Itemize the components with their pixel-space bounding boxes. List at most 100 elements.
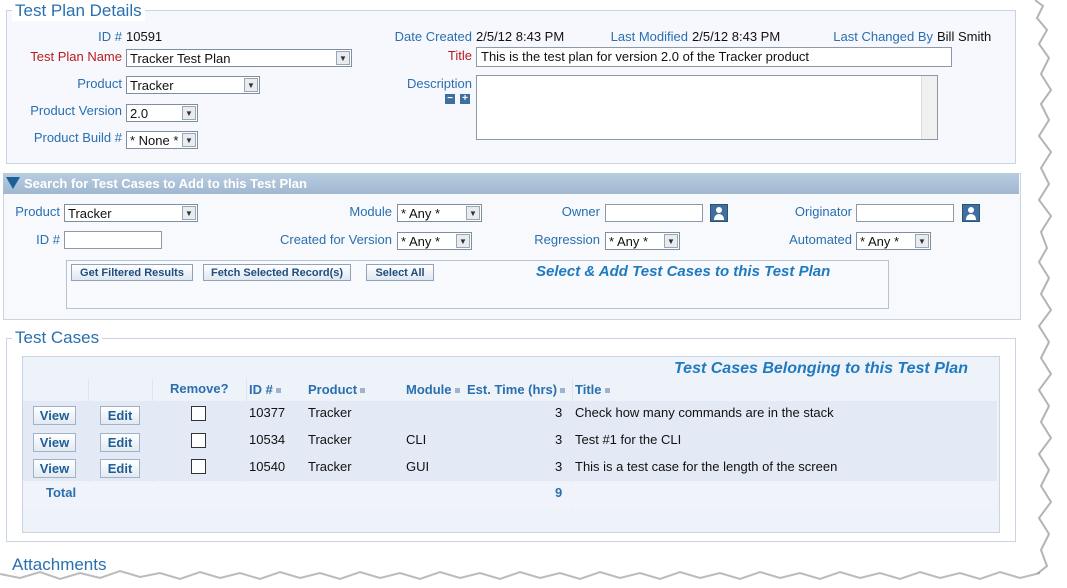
- cell-title: This is a test case for the length of th…: [575, 459, 838, 474]
- owner-label: Owner: [561, 204, 600, 219]
- get-filtered-results-button[interactable]: Get Filtered Results: [71, 264, 193, 281]
- automated-label: Automated: [789, 232, 852, 247]
- date-created-label: Date Created: [394, 29, 472, 44]
- sort-icon: [360, 388, 366, 394]
- module-value: * Any *: [401, 206, 441, 221]
- view-button[interactable]: View: [33, 433, 76, 452]
- select-all-button[interactable]: Select All: [366, 264, 434, 281]
- search-product-select[interactable]: Tracker ▼: [64, 204, 198, 222]
- edit-button[interactable]: Edit: [100, 433, 140, 452]
- automated-select[interactable]: * Any * ▼: [856, 232, 931, 250]
- chevron-down-icon: ▼: [244, 78, 258, 92]
- product-version-value: 2.0: [130, 106, 149, 121]
- created-for-version-value: * Any *: [401, 234, 441, 249]
- last-modified-value: 2/5/12 8:43 PM: [692, 29, 781, 44]
- remove-checkbox[interactable]: [191, 406, 206, 421]
- description-label: Description: [406, 76, 472, 91]
- table-total-bg: [23, 482, 997, 508]
- chevron-down-icon: ▼: [664, 234, 678, 248]
- product-version-label: Product Version: [30, 103, 122, 118]
- chevron-down-icon: ▼: [466, 206, 480, 220]
- cell-title: Test #1 for the CLI: [575, 432, 682, 447]
- originator-user-picker-icon[interactable]: [962, 204, 980, 222]
- sort-icon: [454, 388, 460, 394]
- plus-icon[interactable]: +: [460, 94, 470, 104]
- cell-product: Tracker: [308, 459, 352, 474]
- last-modified-label: Last Modified: [610, 29, 688, 44]
- column-header-title[interactable]: Title: [575, 382, 610, 397]
- chevron-down-icon: ▼: [182, 206, 196, 220]
- regression-label: Regression: [534, 232, 600, 247]
- remove-checkbox[interactable]: [191, 459, 206, 474]
- id-label: ID #: [98, 29, 122, 44]
- search-header-title: Search for Test Cases to Add to this Tes…: [24, 176, 307, 191]
- cell-module: GUI: [406, 459, 430, 474]
- cell-est-time: 3: [555, 405, 563, 420]
- product-build-select[interactable]: * None * ▼: [126, 131, 198, 149]
- chevron-down-icon: ▼: [182, 133, 196, 147]
- test-plan-name-select[interactable]: Tracker Test Plan ▼: [126, 49, 352, 67]
- regression-select[interactable]: * Any * ▼: [605, 232, 680, 250]
- chevron-down-icon: ▼: [456, 234, 470, 248]
- test-plan-name-value: Tracker Test Plan: [130, 51, 231, 66]
- product-select[interactable]: Tracker ▼: [126, 76, 260, 94]
- fetch-selected-records-button[interactable]: Fetch Selected Record(s): [203, 264, 351, 281]
- title-input[interactable]: This is the test plan for version 2.0 of…: [476, 47, 952, 67]
- description-textarea[interactable]: [476, 75, 938, 140]
- column-header-est-time[interactable]: Est. Time (hrs): [467, 382, 566, 397]
- total-label: Total: [46, 485, 77, 500]
- details-section-title: Test Plan Details: [12, 1, 145, 21]
- remove-checkbox[interactable]: [191, 433, 206, 448]
- created-for-version-select[interactable]: * Any * ▼: [397, 232, 472, 250]
- view-button[interactable]: View: [33, 406, 76, 425]
- search-header-bar[interactable]: Search for Test Cases to Add to this Tes…: [3, 173, 1019, 194]
- sort-icon: [604, 388, 610, 394]
- cell-id: 10540: [249, 459, 286, 474]
- search-banner: Select & Add Test Cases to this Test Pla…: [536, 263, 831, 280]
- chevron-down-icon: ▼: [915, 234, 929, 248]
- regression-value: * Any *: [609, 234, 649, 249]
- title-label: Title: [447, 48, 472, 63]
- column-header-remove: Remove?: [170, 381, 229, 396]
- cell-est-time: 3: [555, 459, 563, 474]
- last-changed-by-label: Last Changed By: [833, 29, 933, 44]
- owner-input[interactable]: [605, 204, 703, 222]
- search-id-label: ID #: [36, 232, 60, 247]
- date-created-value: 2/5/12 8:43 PM: [476, 29, 565, 44]
- column-header-id-label: ID #: [249, 382, 273, 397]
- column-header-title-label: Title: [575, 382, 602, 397]
- collapse-triangle-icon: [6, 177, 20, 189]
- created-for-version-label: Created for Version: [279, 232, 392, 247]
- page-paper: Test Plan Details ID # 10591 Date Create…: [0, 0, 1040, 572]
- column-header-product-label: Product: [308, 382, 358, 397]
- product-version-select[interactable]: 2.0 ▼: [126, 104, 198, 122]
- edit-button[interactable]: Edit: [100, 406, 140, 425]
- module-label: Module: [349, 204, 392, 219]
- search-product-label: Product: [15, 204, 60, 219]
- cell-title: Check how many commands are in the stack: [575, 405, 834, 420]
- column-header-est-time-label: Est. Time (hrs): [467, 382, 558, 397]
- column-header-module[interactable]: Module: [406, 382, 460, 397]
- chevron-down-icon: ▼: [336, 51, 350, 65]
- column-header-id[interactable]: ID #: [249, 382, 281, 397]
- cell-id: 10377: [249, 405, 286, 420]
- column-header-product[interactable]: Product: [308, 382, 366, 397]
- originator-input[interactable]: [856, 204, 954, 222]
- search-id-input[interactable]: [64, 231, 162, 249]
- test-cases-section-title: Test Cases: [12, 328, 103, 348]
- originator-label: Originator: [794, 204, 852, 219]
- edit-button[interactable]: Edit: [100, 459, 140, 478]
- view-button[interactable]: View: [33, 459, 76, 478]
- torn-edge-right: [1029, 0, 1053, 575]
- minus-icon[interactable]: −: [445, 94, 455, 104]
- textarea-scrollbar[interactable]: [921, 76, 937, 139]
- cell-id: 10534: [249, 432, 286, 447]
- cell-est-time: 3: [555, 432, 563, 447]
- id-value: 10591: [126, 29, 163, 44]
- torn-edge-bottom: [0, 569, 1067, 588]
- cell-product: Tracker: [308, 432, 352, 447]
- module-select[interactable]: * Any * ▼: [397, 204, 482, 222]
- product-build-label: Product Build #: [33, 130, 122, 145]
- product-value: Tracker: [130, 78, 174, 93]
- owner-user-picker-icon[interactable]: [710, 204, 728, 222]
